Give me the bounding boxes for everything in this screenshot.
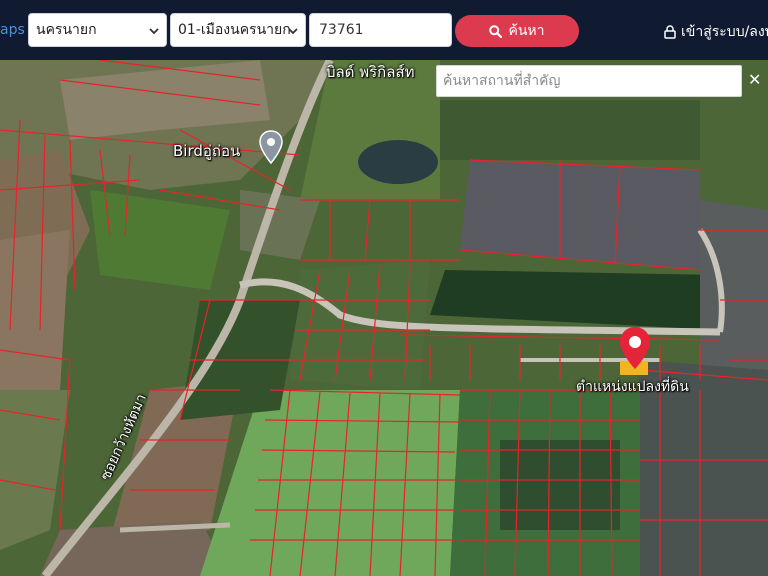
district-select[interactable]: 01-เมืองนครนายก xyxy=(170,13,306,47)
close-icon[interactable]: ✕ xyxy=(748,68,768,92)
login-link[interactable]: เข้าสู่ระบบ/ลงท xyxy=(664,21,768,43)
chevron-down-icon xyxy=(288,28,298,35)
place-label: Birdอู่ถ่อน xyxy=(173,142,241,160)
satellite-map[interactable]: ค้นหาสถานที่สำคัญ ✕ บิลด์ พริกิลส์ท Bird… xyxy=(0,60,768,576)
search-button[interactable]: ค้นหา xyxy=(455,15,579,47)
province-select[interactable]: นครนายก xyxy=(28,13,167,47)
place-search-placeholder: ค้นหาสถานที่สำคัญ xyxy=(443,73,561,89)
lock-icon xyxy=(664,25,676,39)
map-imagery[interactable] xyxy=(0,60,768,576)
postcode-input[interactable]: 73761 xyxy=(309,13,452,47)
plot-location-label: ตำแหน่งแปลงที่ดิน xyxy=(576,379,689,395)
postcode-value: 73761 xyxy=(319,22,364,38)
search-button-label: ค้นหา xyxy=(508,23,545,39)
brand-logo-text[interactable]: aps xyxy=(0,21,25,39)
district-select-value: 01-เมืองนครนายก xyxy=(178,22,291,38)
place-search-input[interactable]: ค้นหาสถานที่สำคัญ xyxy=(436,65,742,97)
village-label: บิลด์ พริกิลส์ท xyxy=(326,63,415,81)
login-link-label: เข้าสู่ระบบ/ลงท xyxy=(681,24,768,40)
province-select-value: นครนายก xyxy=(36,22,97,38)
location-marker-icon[interactable] xyxy=(616,325,654,381)
chevron-down-icon xyxy=(149,28,159,35)
top-bar: aps นครนายก 01-เมืองนครนายก 73761 ค้นหา … xyxy=(0,0,768,60)
map-pin-icon[interactable] xyxy=(258,130,284,166)
search-icon xyxy=(489,24,503,38)
